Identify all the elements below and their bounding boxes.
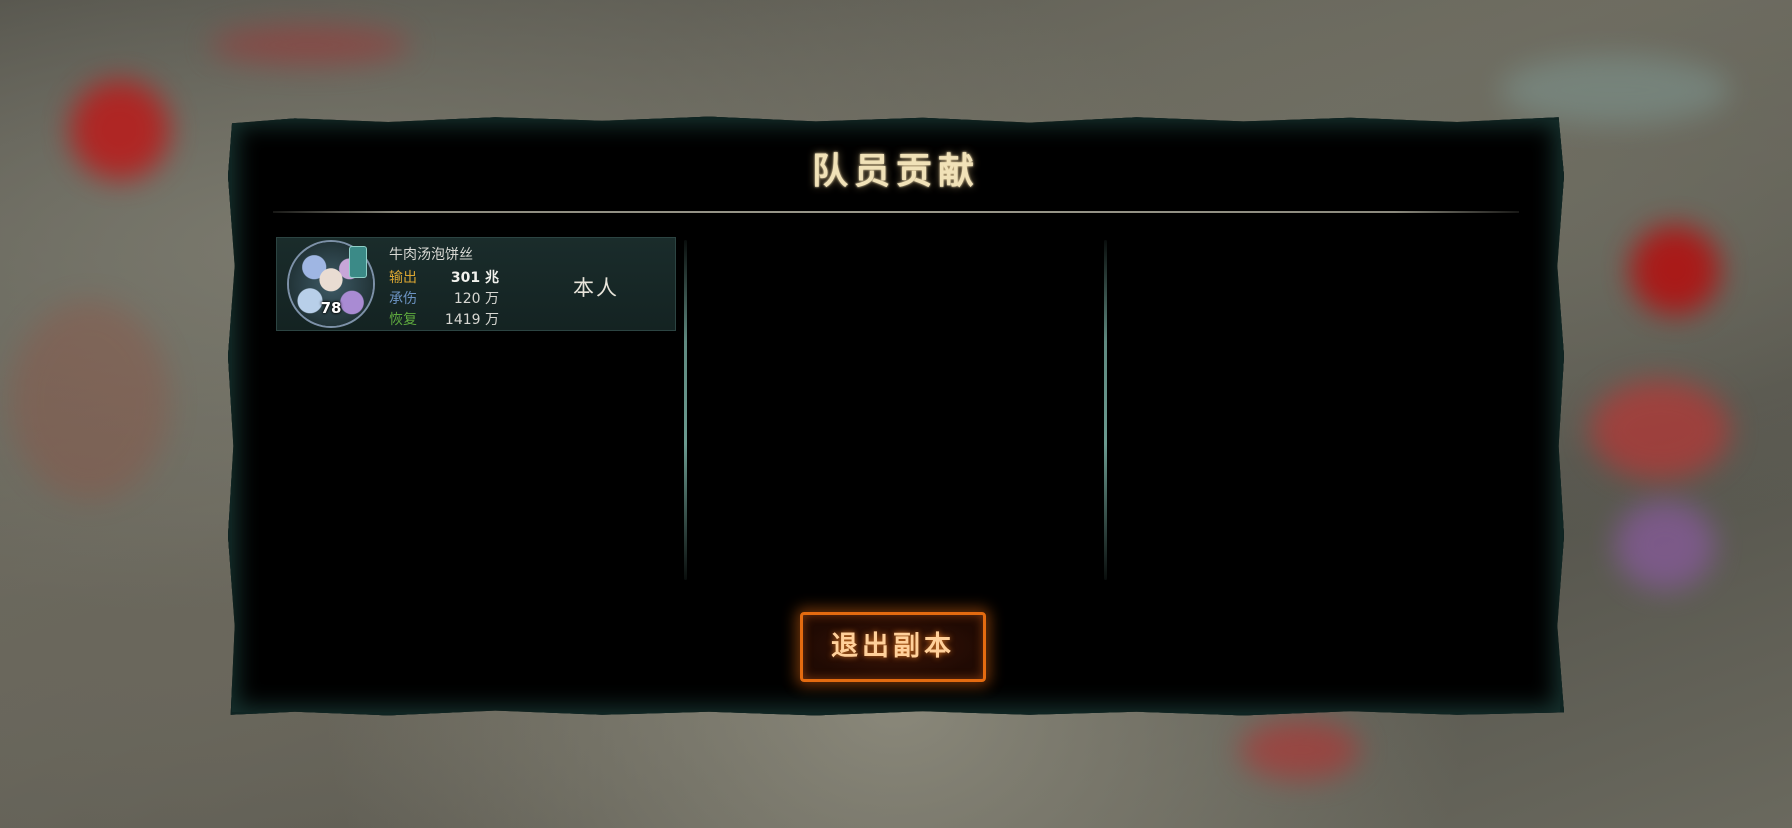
blurred-skill-button xyxy=(1630,225,1720,315)
blurred-bottom-object xyxy=(1240,720,1360,780)
blurred-left-glow xyxy=(10,300,170,500)
member-card[interactable]: 78 牛肉汤泡饼丝 输出 301 兆 承伤 120 万 恢复 1419 万 本人 xyxy=(276,237,676,331)
stat-row-healing: 恢复 1419 万 xyxy=(389,309,499,329)
blurred-skill-button-2 xyxy=(1615,500,1715,590)
dialog-title: 队员贡献 xyxy=(811,150,980,192)
stat-label-output: 输出 xyxy=(389,270,417,286)
stat-label-damage-taken: 承伤 xyxy=(389,291,417,307)
column-divider-1 xyxy=(684,240,687,580)
blurred-character xyxy=(1590,380,1730,480)
stat-label-healing: 恢复 xyxy=(389,312,417,328)
player-level: 78 xyxy=(320,299,342,317)
stat-value-healing: 1419 万 xyxy=(444,312,499,328)
title-divider xyxy=(273,211,1519,213)
player-name: 牛肉汤泡饼丝 xyxy=(389,247,473,263)
blurred-hud-health-orb xyxy=(70,80,170,180)
team-contribution-dialog: 队员贡献 78 牛肉汤泡饼丝 输出 301 兆 承伤 120 万 恢复 1419… xyxy=(228,116,1564,716)
stat-row-damage-taken: 承伤 120 万 xyxy=(389,288,499,308)
self-tag: 本人 xyxy=(573,276,619,300)
stat-value-output: 301 兆 xyxy=(450,270,499,286)
blurred-hud-buff-icons xyxy=(210,25,410,65)
exit-dungeon-button[interactable]: 退出副本 xyxy=(800,612,986,682)
stat-value-damage-taken: 120 万 xyxy=(453,291,499,307)
avatar-badge-icon xyxy=(349,246,367,278)
column-divider-2 xyxy=(1104,240,1107,580)
stat-row-output: 输出 301 兆 xyxy=(389,267,499,287)
blurred-top-right-menu xyxy=(1500,55,1730,125)
